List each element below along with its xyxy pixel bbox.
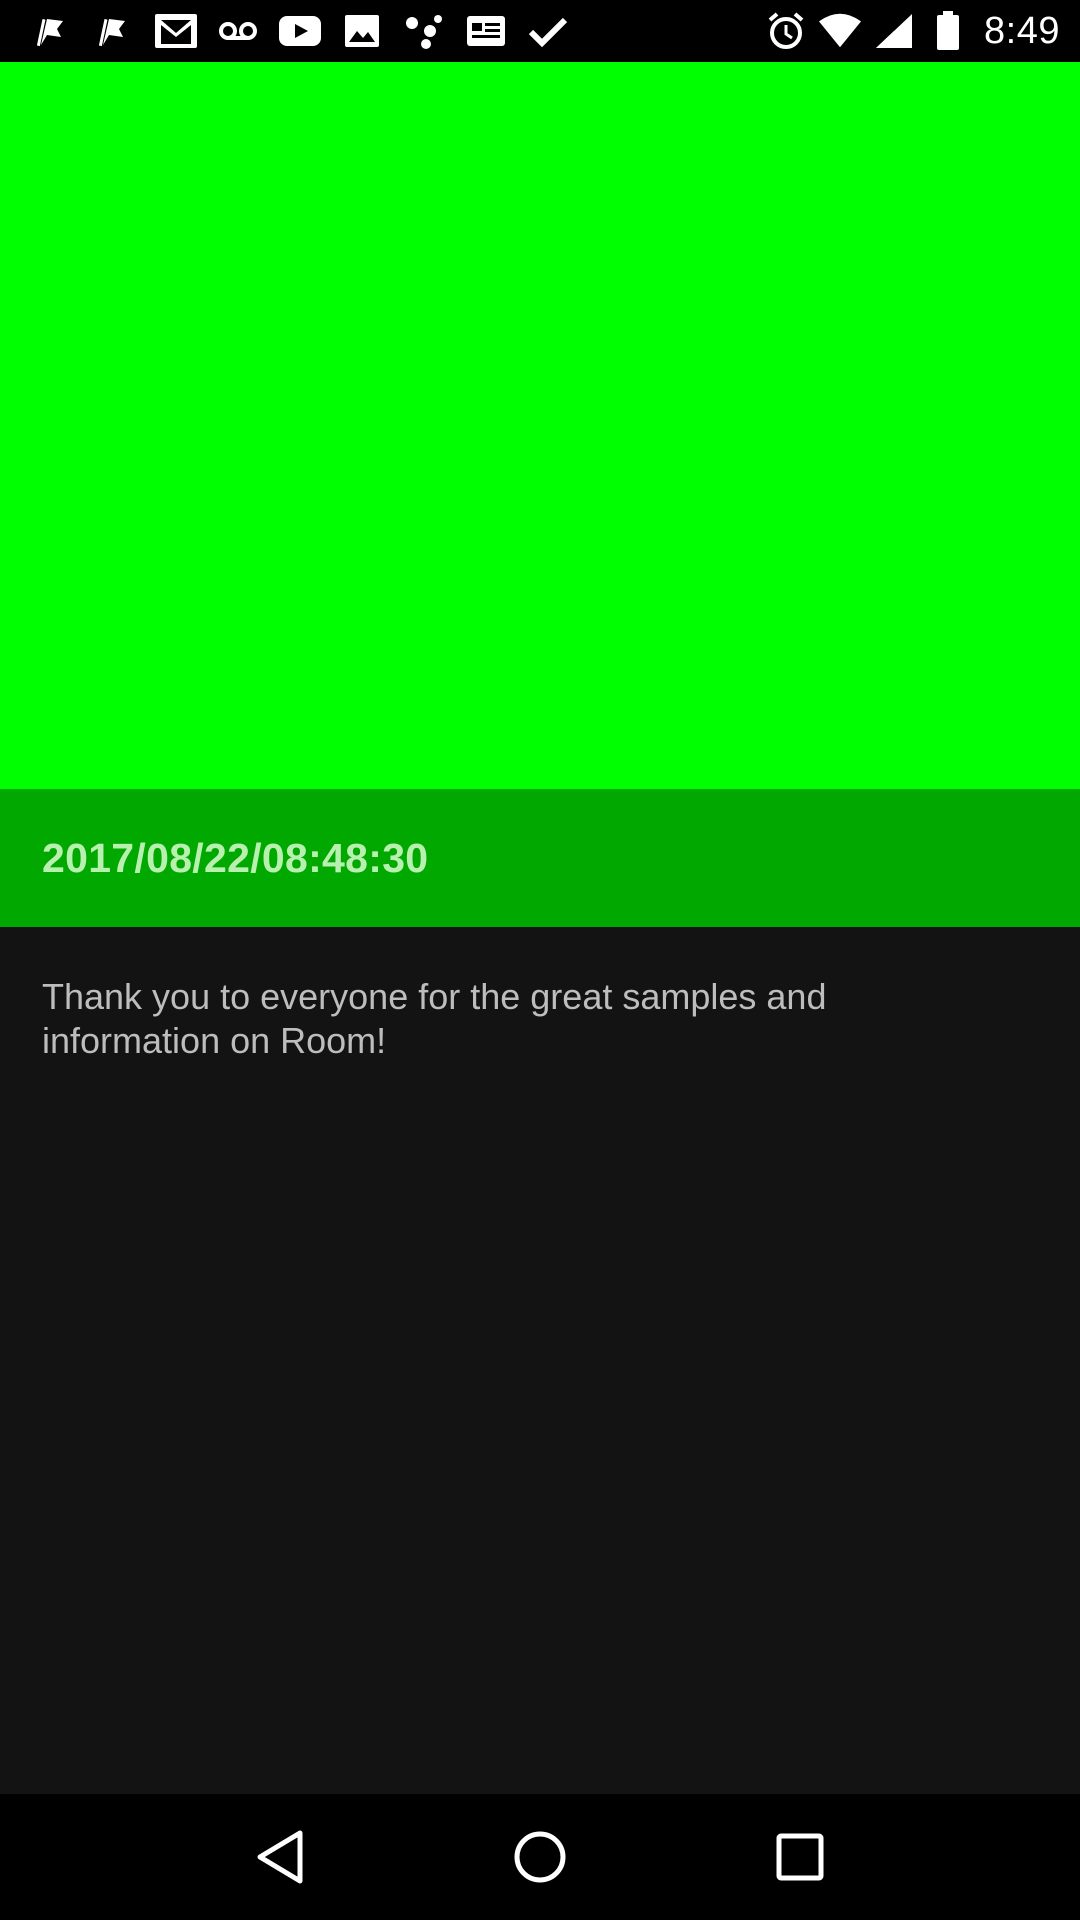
- recents-icon: [776, 1833, 824, 1881]
- color-swatch: [0, 62, 1080, 789]
- back-icon: [257, 1830, 303, 1884]
- signal-icon: [872, 11, 916, 51]
- alarm-icon: [764, 11, 808, 51]
- notification-icons: [30, 11, 588, 51]
- clock: 8:49: [984, 9, 1060, 52]
- voicemail-icon: [216, 11, 260, 51]
- flag-icon: [30, 11, 74, 51]
- photo-icon: [340, 11, 384, 51]
- screen: 8:49 2017/08/22/08:48:30 Thank you to ev…: [0, 0, 1080, 1920]
- back-button[interactable]: [235, 1812, 325, 1902]
- navigation-bar: [0, 1794, 1080, 1920]
- home-icon: [514, 1831, 566, 1883]
- recents-button[interactable]: [755, 1812, 845, 1902]
- check-icon: [526, 11, 570, 51]
- home-button[interactable]: [495, 1812, 585, 1902]
- youtube-icon: [278, 11, 322, 51]
- status-bar: 8:49: [0, 0, 1080, 62]
- timestamp-label: 2017/08/22/08:48:30: [42, 834, 429, 881]
- dots-icon: [402, 11, 446, 51]
- gmail-icon: [154, 11, 198, 51]
- message-content: Thank you to everyone for the great samp…: [42, 975, 1002, 1063]
- system-icons: 8:49: [754, 10, 1060, 53]
- message-text: Thank you to everyone for the great samp…: [42, 976, 827, 1061]
- wifi-icon: [818, 11, 862, 51]
- date-banner: 2017/08/22/08:48:30: [0, 789, 1080, 927]
- flag-icon: [92, 11, 136, 51]
- battery-icon: [926, 11, 970, 51]
- news-icon: [464, 11, 508, 51]
